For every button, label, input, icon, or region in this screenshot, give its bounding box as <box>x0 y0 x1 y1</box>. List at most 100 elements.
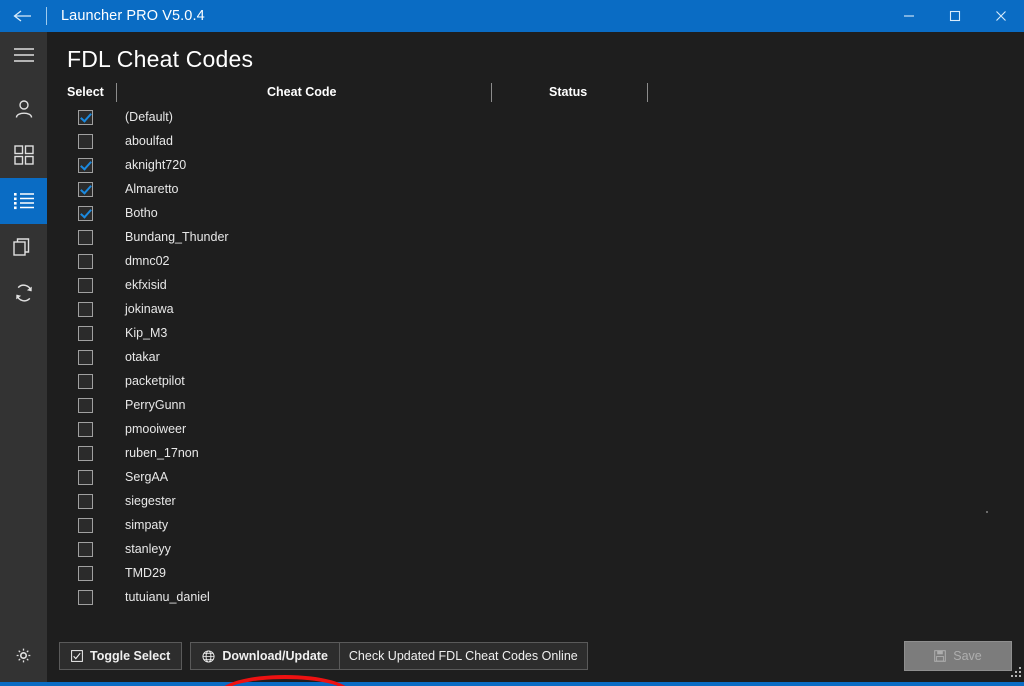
row-checkbox[interactable] <box>78 325 93 341</box>
column-header-select[interactable]: Select <box>67 85 104 99</box>
cheat-code-cell: (Default) <box>125 110 173 124</box>
sidebar-item-sync[interactable] <box>0 270 47 316</box>
globe-icon <box>202 649 215 663</box>
row-checkbox[interactable] <box>78 469 93 485</box>
table-row[interactable]: ekfxisid <box>67 273 1012 297</box>
close-button[interactable] <box>978 0 1024 32</box>
check-online-button[interactable]: Check Updated FDL Cheat Codes Online <box>338 642 588 670</box>
download-update-label: Download/Update <box>222 649 328 663</box>
row-checkbox[interactable] <box>78 229 93 245</box>
table-row[interactable]: aknight720 <box>67 153 1012 177</box>
sidebar-item-menu[interactable] <box>0 32 47 78</box>
table-row[interactable]: packetpilot <box>67 369 1012 393</box>
row-checkbox[interactable] <box>78 373 93 389</box>
save-label: Save <box>953 649 982 663</box>
row-checkbox[interactable] <box>78 517 93 533</box>
select-cell <box>67 109 117 125</box>
cheat-code-cell: pmooiweer <box>125 422 187 436</box>
checkbox-checked-icon <box>71 650 83 662</box>
select-cell <box>67 349 117 365</box>
row-checkbox[interactable] <box>78 253 93 269</box>
row-checkbox[interactable] <box>78 301 93 317</box>
table-header: Select Cheat Code Status <box>67 83 1012 105</box>
select-cell <box>67 325 117 341</box>
row-checkbox[interactable] <box>78 421 93 437</box>
save-button[interactable]: Save <box>904 641 1012 671</box>
row-checkbox[interactable] <box>78 157 93 173</box>
row-checkbox[interactable] <box>78 445 93 461</box>
select-cell <box>67 133 117 149</box>
layers-icon <box>13 237 34 258</box>
table-row[interactable]: aboulfad <box>67 129 1012 153</box>
select-cell <box>67 493 117 509</box>
table-row[interactable]: PerryGunn <box>67 393 1012 417</box>
row-checkbox[interactable] <box>78 205 93 221</box>
row-checkbox[interactable] <box>78 349 93 365</box>
back-button[interactable] <box>0 0 46 32</box>
cheat-code-cell: TMD29 <box>125 566 166 580</box>
cheat-code-cell: siegester <box>125 494 176 508</box>
table-row[interactable]: otakar <box>67 345 1012 369</box>
row-checkbox[interactable] <box>78 589 93 605</box>
table-row[interactable]: TMD29 <box>67 561 1012 585</box>
row-checkbox[interactable] <box>78 181 93 197</box>
column-header-cheat-code[interactable]: Cheat Code <box>267 85 336 99</box>
table-row[interactable]: simpaty <box>67 513 1012 537</box>
row-checkbox[interactable] <box>78 277 93 293</box>
table-row[interactable]: stanleyy <box>67 537 1012 561</box>
cheat-code-cell: aknight720 <box>125 158 187 172</box>
cheat-codes-table: Select Cheat Code Status (Default) aboulf… <box>67 83 1012 630</box>
cheat-code-cell: stanleyy <box>125 542 171 556</box>
table-row[interactable]: pmooiweer <box>67 417 1012 441</box>
row-checkbox[interactable] <box>78 493 93 509</box>
cheat-code-cell: otakar <box>125 350 160 364</box>
bottom-toolbar: Toggle Select Download/Update Check Upda… <box>47 630 1024 682</box>
row-checkbox[interactable] <box>78 397 93 413</box>
resize-grip[interactable] <box>1009 667 1022 680</box>
table-row[interactable]: siegester <box>67 489 1012 513</box>
download-update-button[interactable]: Download/Update <box>190 642 340 670</box>
table-row[interactable]: SergAA <box>67 465 1012 489</box>
select-cell <box>67 277 117 293</box>
sidebar-item-copies[interactable] <box>0 224 47 270</box>
table-row[interactable]: Bundang_Thunder <box>67 225 1012 249</box>
column-separator-3[interactable] <box>647 83 648 102</box>
table-row[interactable]: (Default) <box>67 105 1012 129</box>
select-cell <box>67 205 117 221</box>
column-separator-1[interactable] <box>116 83 117 102</box>
check-online-label: Check Updated FDL Cheat Codes Online <box>348 649 578 663</box>
cheat-code-cell: ekfxisid <box>125 278 167 292</box>
cheat-code-cell: jokinawa <box>125 302 174 316</box>
row-checkbox[interactable] <box>78 541 93 557</box>
sidebar-item-dashboard[interactable] <box>0 132 47 178</box>
render-artifact <box>986 511 988 513</box>
table-row[interactable]: ruben_17non <box>67 441 1012 465</box>
gear-icon <box>13 645 34 666</box>
table-row[interactable]: jokinawa <box>67 297 1012 321</box>
cheat-code-cell: simpaty <box>125 518 169 532</box>
refresh-icon <box>13 282 35 304</box>
column-separator-2[interactable] <box>491 83 492 102</box>
row-checkbox[interactable] <box>78 109 93 125</box>
sidebar-item-cheat-codes[interactable] <box>0 178 47 224</box>
table-row[interactable]: dmnc02 <box>67 249 1012 273</box>
table-row[interactable]: Botho <box>67 201 1012 225</box>
cheat-code-cell: Botho <box>125 206 158 220</box>
cheat-code-cell: SergAA <box>125 470 169 484</box>
select-cell <box>67 565 117 581</box>
sidebar-item-account[interactable] <box>0 86 47 132</box>
table-row[interactable]: Kip_M3 <box>67 321 1012 345</box>
table-row[interactable]: tutuianu_daniel <box>67 585 1012 609</box>
title-bar: Launcher PRO V5.0.4 <box>0 0 1024 32</box>
minimize-button[interactable] <box>886 0 932 32</box>
select-cell <box>67 373 117 389</box>
column-header-status[interactable]: Status <box>549 85 587 99</box>
table-row[interactable]: Almaretto <box>67 177 1012 201</box>
row-checkbox[interactable] <box>78 565 93 581</box>
app-window: Launcher PRO V5.0.4 FDL Cheat Codes Sele… <box>0 0 1024 686</box>
select-cell <box>67 229 117 245</box>
sidebar-item-settings[interactable] <box>0 628 47 682</box>
row-checkbox[interactable] <box>78 133 93 149</box>
maximize-button[interactable] <box>932 0 978 32</box>
toggle-select-button[interactable]: Toggle Select <box>59 642 183 670</box>
